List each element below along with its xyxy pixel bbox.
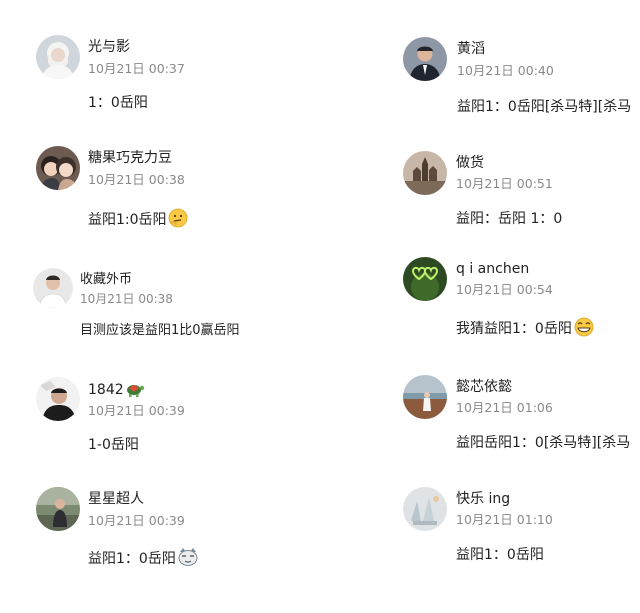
comment-item: 快乐 ing 10月21日 01:10 益阳1：0岳阳: [403, 487, 640, 572]
comment-item: 黄滔 10月21日 00:40 益阳1：0岳阳[杀马特][杀马: [403, 37, 640, 122]
grinning-emoji-icon: [573, 317, 595, 343]
comment-item: 1842 10月21日 00:39 1-0岳阳: [36, 377, 296, 462]
timestamp: 10月21日 00:54: [456, 282, 553, 297]
timestamp: 10月21日 00:39: [88, 403, 185, 418]
comment-item: 懿芯依懿 10月21日 01:06 益阳岳阳1：0[杀马特][杀马: [403, 375, 640, 460]
username[interactable]: 收藏外币: [80, 271, 132, 289]
avatar-green-hearts-icon[interactable]: [403, 257, 447, 301]
comment-text-value: 益阳1：0岳阳: [88, 551, 176, 567]
comment-text: 我猜益阳1：0岳阳: [456, 317, 595, 343]
avatar-man-suit-icon[interactable]: [403, 37, 447, 81]
timestamp: 10月21日 00:51: [456, 176, 553, 191]
comment-text: 1：0岳阳: [88, 95, 148, 111]
avatar-lakeside-person-icon[interactable]: [403, 375, 447, 419]
comment-text: 1-0岳阳: [88, 437, 139, 453]
comment-text-value: 我猜益阳1：0岳阳: [456, 321, 572, 337]
comments-page: 光与影 10月21日 00:37 1：0岳阳 糖果巧克力豆 10月21日 00:…: [0, 0, 640, 613]
comment-text: 益阳1：0岳阳: [456, 547, 544, 563]
comment-text: 益阳：岳阳 1：0: [456, 211, 563, 227]
comment-text: 益阳1:0岳阳: [88, 208, 188, 234]
comment-text: 益阳1：0岳阳: [88, 547, 199, 573]
avatar-castle-landscape-icon[interactable]: [403, 151, 447, 195]
comment-item: q i anchen 10月21日 00:54 我猜益阳1：0岳阳: [403, 257, 640, 347]
timestamp: 10月21日 01:10: [456, 512, 553, 527]
timestamp: 10月21日 00:37: [88, 61, 185, 76]
timestamp: 10月21日 00:38: [88, 172, 185, 187]
comment-text: 益阳岳阳1：0[杀马特][杀马: [456, 435, 631, 451]
username[interactable]: 星星超人: [88, 490, 144, 508]
username[interactable]: q i anchen: [456, 260, 529, 278]
comment-text-value: 益阳1:0岳阳: [88, 212, 167, 228]
comment-item: 糖果巧克力豆 10月21日 00:38 益阳1:0岳阳: [36, 146, 296, 231]
username-text[interactable]: 1842: [88, 382, 124, 398]
username[interactable]: 做货: [456, 154, 484, 172]
avatar-man-dark-shirt-icon[interactable]: [36, 377, 80, 421]
cat-face-emoji-icon: [177, 547, 199, 573]
timestamp: 10月21日 00:39: [88, 513, 185, 528]
comment-item: 做货 10月21日 00:51 益阳：岳阳 1：0: [403, 151, 640, 236]
username[interactable]: 1842: [88, 380, 145, 403]
username[interactable]: 光与影: [88, 38, 130, 56]
comment-item: 收藏外币 10月21日 00:38 目测应该是益阳1比0赢岳阳: [33, 268, 303, 348]
avatar-outdoor-person-icon[interactable]: [36, 487, 80, 531]
comment-text: 目测应该是益阳1比0赢岳阳: [80, 323, 240, 338]
comment-item: 星星超人 10月21日 00:39 益阳1：0岳阳: [36, 487, 296, 577]
timestamp: 10月21日 01:06: [456, 400, 553, 415]
turtle-icon: [125, 380, 145, 403]
avatar-white-hair-person-icon[interactable]: [36, 35, 80, 79]
timestamp: 10月21日 00:40: [457, 63, 554, 78]
comment-item: 光与影 10月21日 00:37 1：0岳阳: [36, 35, 296, 120]
avatar-man-portrait-icon[interactable]: [33, 268, 73, 308]
avatar-pale-sketch-icon[interactable]: [403, 487, 447, 531]
comment-text: 益阳1：0岳阳[杀马特][杀马: [457, 99, 632, 115]
timestamp: 10月21日 00:38: [80, 292, 173, 306]
avatar-cartoon-couple-icon[interactable]: [36, 146, 80, 190]
username[interactable]: 黄滔: [457, 40, 485, 58]
thinking-emoji-icon: [168, 208, 188, 234]
username[interactable]: 快乐 ing: [456, 490, 510, 508]
username[interactable]: 懿芯依懿: [456, 378, 512, 396]
username[interactable]: 糖果巧克力豆: [88, 149, 172, 167]
